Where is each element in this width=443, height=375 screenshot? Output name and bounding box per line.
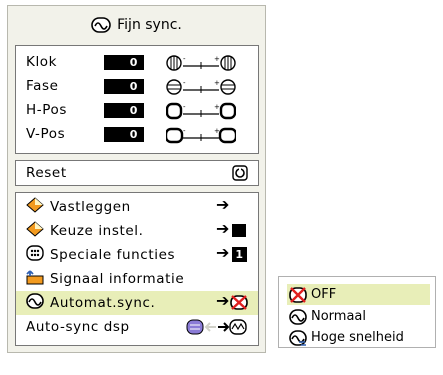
row-label: V-Pos [26,126,66,142]
sync-fast-icon [289,329,307,346]
value-box: 0 [104,127,144,142]
item-signaal-informatie[interactable]: Signaal informatie [16,267,258,291]
svg-text:-: - [183,103,186,111]
row-h-pos[interactable]: H-Pos 0 - + [16,98,258,122]
reset-row[interactable]: Reset [16,161,258,185]
row-label: Klok [26,54,58,70]
item-label: Signaal informatie [50,271,185,287]
item-vastleggen[interactable]: Vastleggen ➔ [16,195,258,219]
fase-slider[interactable]: - + [166,78,236,96]
item-label: Keuze instel. [50,223,144,239]
row-label: Fase [26,78,59,94]
klok-slider[interactable]: - + [166,54,236,72]
sync-icon [91,17,111,33]
menu-title: Fijn sync. [8,6,265,44]
signal-info-icon [26,269,44,289]
item-automat-sync[interactable]: Automat.sync. ➔ [16,291,258,315]
auto-sync-display-icons [186,319,248,340]
settings-panel: Vastleggen ➔ Keuze instel. ➔ Speciale fu… [15,192,259,346]
h-pos-slider[interactable]: - + [166,102,236,120]
row-klok[interactable]: Klok 0 - + [16,50,258,74]
row-fase[interactable]: Fase 0 - + [16,74,258,98]
item-label: Auto-sync dsp [26,319,130,335]
option-off[interactable]: OFF [287,284,430,305]
right-arrow-icon: ➔ [215,291,230,310]
fine-sync-menu: Fijn sync. Klok 0 - + Fase 0 - + H-Pos 0… [7,5,266,353]
reset-label: Reset [26,165,67,181]
item-keuze-instel[interactable]: Keuze instel. ➔ [16,219,258,243]
value-box: 0 [104,103,144,118]
item-label: Vastleggen [50,199,131,215]
adjust-panel: Klok 0 - + Fase 0 - + H-Pos 0 - + V-Pos … [15,45,259,154]
value-box: 0 [104,55,144,70]
option-label: Normaal [311,309,367,324]
automat-sync-submenu: OFF Normaal Hoge snelheid [278,276,436,348]
svg-text:-: - [183,79,186,87]
sync-off-icon [289,286,307,303]
value-box: 0 [104,79,144,94]
reset-panel: Reset [15,160,259,186]
right-arrow-icon: ➔ [215,243,230,262]
diamond-arrow-icon [26,197,44,217]
svg-text:+: + [214,79,220,87]
current-value-box [232,224,246,237]
reset-icon[interactable] [232,165,248,185]
option-normaal[interactable]: Normaal [287,306,430,327]
menu-title-label: Fijn sync. [117,17,182,33]
sync-icon [26,293,44,313]
v-pos-slider[interactable]: - + [166,126,236,144]
item-label: Speciale functies [50,247,176,263]
sync-off-icon [230,294,248,315]
item-auto-sync-dsp[interactable]: Auto-sync dsp [16,315,258,339]
option-label: Hoge snelheid [311,330,404,345]
right-arrow-icon: ➔ [215,195,230,214]
svg-text:-: - [183,127,186,135]
item-label: Automat.sync. [50,295,156,311]
row-v-pos[interactable]: V-Pos 0 - + [16,122,258,146]
item-speciale-functies[interactable]: Speciale functies ➔ 1 [16,243,258,267]
option-hoge-snelheid[interactable]: Hoge snelheid [287,327,430,348]
svg-text:+: + [214,103,220,111]
svg-text:-: - [183,55,186,63]
right-arrow-icon: ➔ [215,219,230,238]
diamond-arrow-icon [26,221,44,241]
special-functions-icon [26,245,44,265]
svg-text:+: + [214,55,220,63]
sync-normal-icon [289,308,307,325]
row-label: H-Pos [26,102,67,118]
current-value-badge: 1 [232,247,247,262]
option-label: OFF [311,287,337,302]
